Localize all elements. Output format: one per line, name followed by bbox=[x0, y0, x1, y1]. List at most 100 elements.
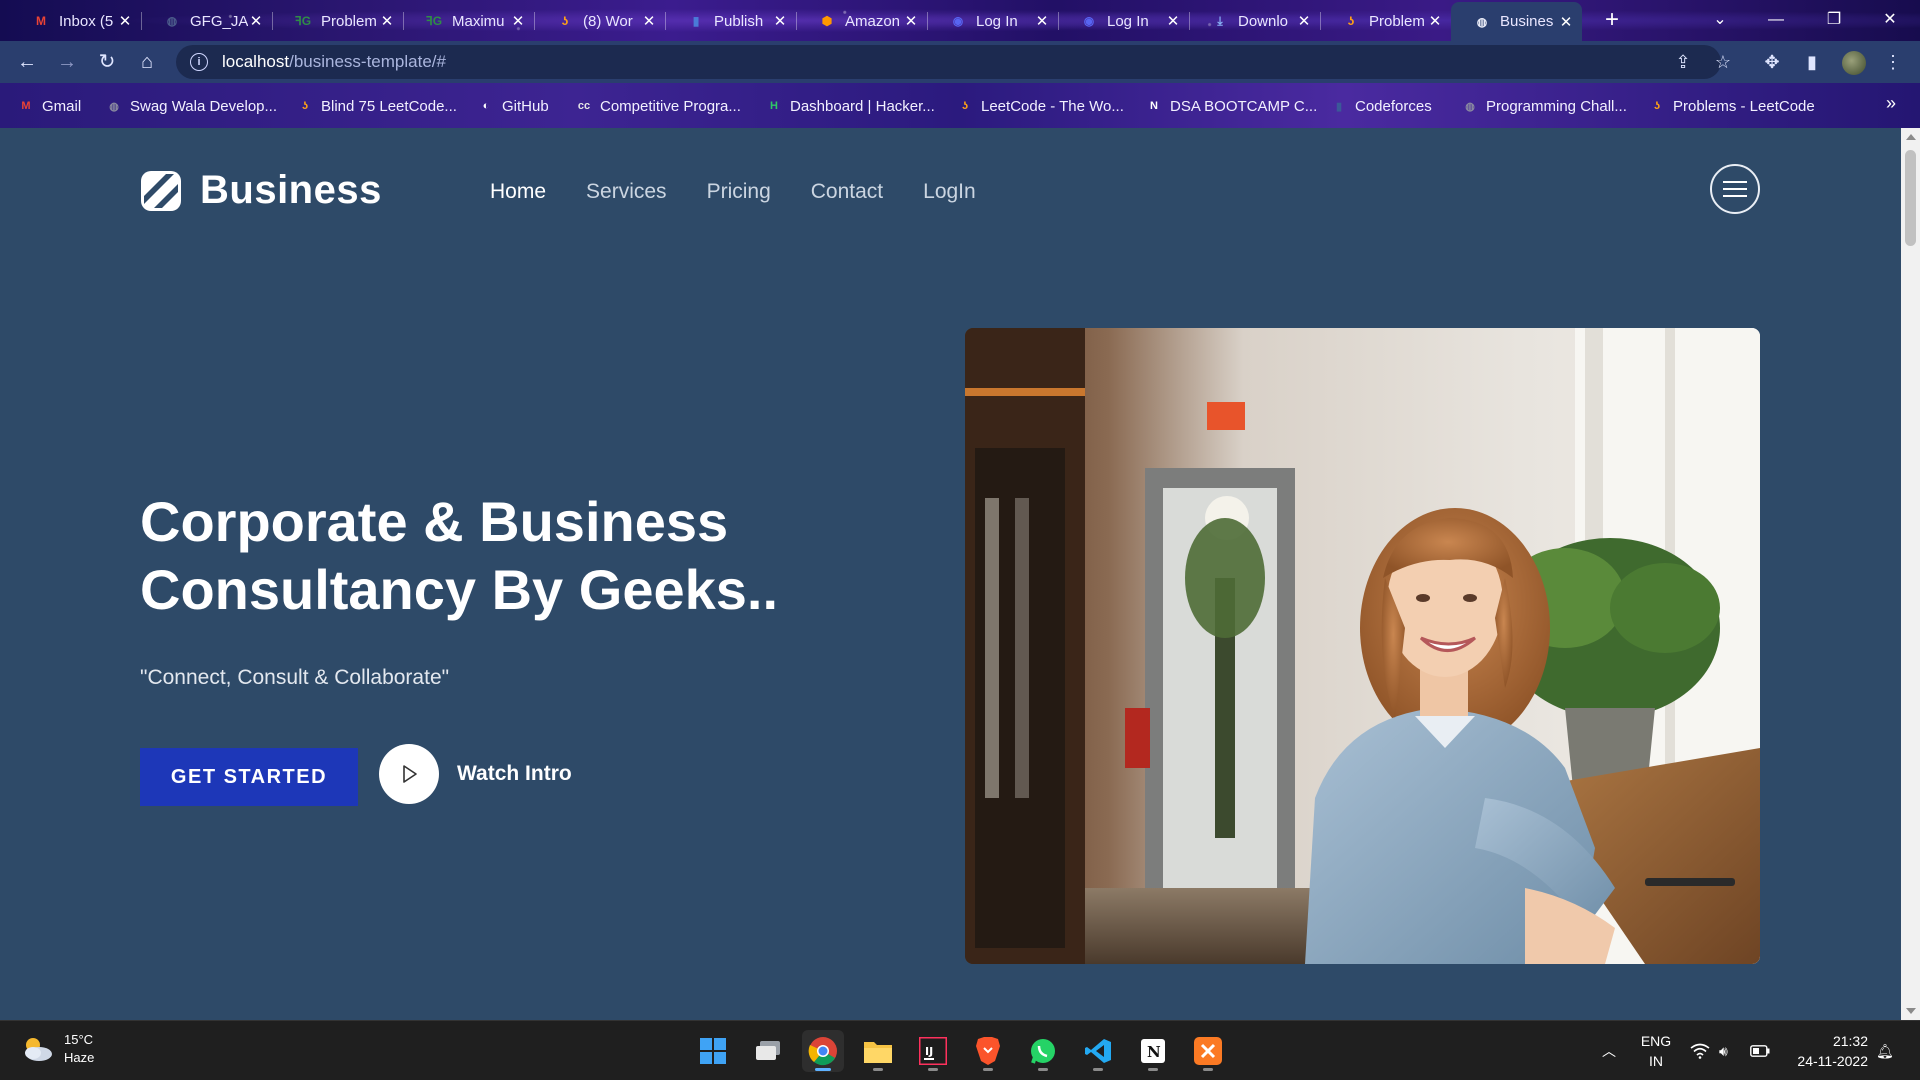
watch-intro-button[interactable]: Watch Intro bbox=[379, 744, 572, 804]
tab-title: Amazon bbox=[845, 12, 901, 30]
minimize-icon[interactable]: — bbox=[1756, 6, 1796, 34]
file-explorer-icon[interactable] bbox=[857, 1030, 899, 1072]
nav-link-pricing[interactable]: Pricing bbox=[707, 180, 771, 204]
extensions-icon[interactable]: ✥ bbox=[1757, 47, 1787, 77]
tab-close-icon[interactable]: ✕ bbox=[1427, 12, 1443, 30]
browser-tab[interactable]: ▮ Publish ✕ bbox=[665, 6, 796, 36]
browser-tab[interactable]: ◉ Log In ✕ bbox=[927, 6, 1058, 36]
volume-icon[interactable]: 🔊︎ bbox=[1719, 1021, 1728, 1080]
notifications-icon[interactable]: 🔔︎ bbox=[1876, 1021, 1894, 1080]
browser-tab[interactable]: ◍ GFG_JA ✕ bbox=[141, 6, 272, 36]
nav-link-contact[interactable]: Contact bbox=[811, 180, 883, 204]
bookmark-item[interactable]: ▮ Codeforces bbox=[1331, 95, 1432, 117]
language-indicator[interactable]: ENG IN bbox=[1640, 1031, 1672, 1071]
browser-tab[interactable]: ◍ Busines ✕ bbox=[1451, 2, 1582, 41]
profile-avatar[interactable] bbox=[1842, 51, 1866, 75]
tab-close-icon[interactable]: ✕ bbox=[772, 12, 788, 30]
brand[interactable]: Business bbox=[140, 168, 382, 213]
running-indicator bbox=[873, 1068, 883, 1071]
bookmark-item[interactable]: ◍ Programming Chall... bbox=[1462, 95, 1627, 117]
weather-temp: 15°C bbox=[64, 1032, 94, 1047]
hamburger-menu-icon[interactable] bbox=[1710, 164, 1760, 214]
whatsapp-icon[interactable] bbox=[1022, 1030, 1064, 1072]
nav-link-home[interactable]: Home bbox=[490, 180, 546, 204]
site-info-icon[interactable]: i bbox=[190, 53, 208, 71]
side-panel-icon[interactable]: ▮ bbox=[1797, 47, 1827, 77]
show-hidden-icons-icon[interactable]: ︿ bbox=[1602, 1021, 1616, 1080]
start-icon[interactable] bbox=[692, 1030, 734, 1072]
svg-text:IJ: IJ bbox=[925, 1045, 933, 1058]
bookmark-item[interactable]: N DSA BOOTCAMP C... bbox=[1146, 95, 1317, 117]
page-scrollbar[interactable] bbox=[1901, 128, 1920, 1020]
bookmark-item[interactable]: ʖ LeetCode - The Wo... bbox=[957, 95, 1124, 117]
tab-close-icon[interactable]: ✕ bbox=[1296, 12, 1312, 30]
browser-tab[interactable]: ꟻG Problem ✕ bbox=[272, 6, 403, 36]
forward-icon[interactable]: → bbox=[52, 47, 82, 77]
hero-title-line2: Consultancy By Geeks.. bbox=[140, 558, 779, 621]
wifi-icon[interactable] bbox=[1690, 1021, 1710, 1080]
tab-close-icon[interactable]: ✕ bbox=[1165, 12, 1181, 30]
chrome-icon[interactable] bbox=[802, 1030, 844, 1072]
tab-close-icon[interactable]: ✕ bbox=[1034, 12, 1050, 30]
tab-close-icon[interactable]: ✕ bbox=[1558, 13, 1574, 31]
nav-link-login[interactable]: LogIn bbox=[923, 180, 976, 204]
system-clock[interactable]: 21:32 24-11-2022 bbox=[1788, 1031, 1868, 1071]
gfg-icon: ꟻG bbox=[294, 14, 312, 28]
menu-kebab-icon[interactable]: ⋮ bbox=[1878, 47, 1908, 77]
address-bar[interactable]: i localhost/business-template/# bbox=[176, 45, 1721, 79]
tab-title: Downlo bbox=[1238, 12, 1289, 30]
scroll-up-icon[interactable] bbox=[1906, 134, 1916, 140]
leetcode-icon: ʖ bbox=[1653, 100, 1661, 112]
browser-tab[interactable]: ʖ Problem ✕ bbox=[1320, 6, 1451, 36]
bookmark-item[interactable]: ◐ GitHub bbox=[478, 95, 549, 117]
bookmark-item[interactable]: ◍ Swag Wala Develop... bbox=[106, 95, 277, 117]
xampp-icon[interactable] bbox=[1187, 1030, 1229, 1072]
bookmark-item[interactable]: ʖ Blind 75 LeetCode... bbox=[297, 95, 457, 117]
bookmark-item[interactable]: H Dashboard | Hacker... bbox=[766, 95, 935, 117]
tab-close-icon[interactable]: ✕ bbox=[117, 12, 133, 30]
tab-close-icon[interactable]: ✕ bbox=[903, 12, 919, 30]
browser-tab[interactable]: ꟻG Maximu ✕ bbox=[403, 6, 534, 36]
bookmark-label: DSA BOOTCAMP C... bbox=[1170, 97, 1318, 115]
reload-icon[interactable]: ↻ bbox=[92, 47, 122, 77]
discord-icon: ◉ bbox=[1083, 14, 1095, 28]
tab-title: Busines bbox=[1500, 13, 1554, 30]
browser-tab[interactable]: ʖ (8) Wor ✕ bbox=[534, 6, 665, 36]
bookmark-star-icon[interactable]: ☆ bbox=[1708, 47, 1738, 77]
task-view-icon[interactable] bbox=[747, 1030, 789, 1072]
vscode-icon[interactable] bbox=[1077, 1030, 1119, 1072]
close-window-icon[interactable]: ✕ bbox=[1870, 6, 1910, 34]
restore-icon[interactable]: ❐ bbox=[1814, 6, 1854, 34]
weather-widget[interactable]: 15°C Haze bbox=[20, 1031, 94, 1067]
tab-close-icon[interactable]: ✕ bbox=[379, 12, 395, 30]
bookmarks-overflow-icon[interactable]: » bbox=[1886, 93, 1896, 114]
browser-tab[interactable]: M Inbox (5 ✕ bbox=[10, 6, 141, 36]
new-tab-button[interactable]: + bbox=[1598, 7, 1626, 35]
browser-tab[interactable]: ⬢ Amazon ✕ bbox=[796, 6, 927, 36]
bookmarks-bar: M Gmail ◍ Swag Wala Develop... ʖ Blind 75 Lee… bbox=[0, 83, 1920, 128]
share-icon[interactable]: ⇪ bbox=[1668, 47, 1698, 77]
browser-tab[interactable]: ◉ Log In ✕ bbox=[1058, 6, 1189, 36]
play-icon[interactable] bbox=[379, 744, 439, 804]
bookmark-item[interactable]: M Gmail bbox=[18, 95, 81, 117]
running-indicator bbox=[1093, 1068, 1103, 1071]
nav-link-services[interactable]: Services bbox=[586, 180, 667, 204]
tab-search-icon[interactable]: ⌄ bbox=[1700, 6, 1740, 34]
tab-close-icon[interactable]: ✕ bbox=[510, 12, 526, 30]
running-indicator bbox=[1148, 1068, 1158, 1071]
bar-chart-icon: ▮ bbox=[692, 14, 700, 28]
home-icon[interactable]: ⌂ bbox=[132, 47, 162, 77]
bookmark-item[interactable]: ʖ Problems - LeetCode bbox=[1649, 95, 1815, 117]
tab-close-icon[interactable]: ✕ bbox=[641, 12, 657, 30]
notion-icon[interactable]: N bbox=[1132, 1030, 1174, 1072]
tab-close-icon[interactable]: ✕ bbox=[248, 12, 264, 30]
browser-tab[interactable]: ⤓ Downlo ✕ bbox=[1189, 6, 1320, 36]
back-icon[interactable]: ← bbox=[12, 47, 42, 77]
battery-icon[interactable] bbox=[1750, 1021, 1770, 1080]
bookmark-item[interactable]: cc Competitive Progra... bbox=[576, 95, 741, 117]
scrollbar-thumb[interactable] bbox=[1905, 150, 1916, 246]
intellij-icon[interactable]: IJ bbox=[912, 1030, 954, 1072]
scroll-down-icon[interactable] bbox=[1906, 1008, 1916, 1014]
get-started-button[interactable]: GET STARTED bbox=[140, 748, 358, 806]
brave-icon[interactable] bbox=[967, 1030, 1009, 1072]
